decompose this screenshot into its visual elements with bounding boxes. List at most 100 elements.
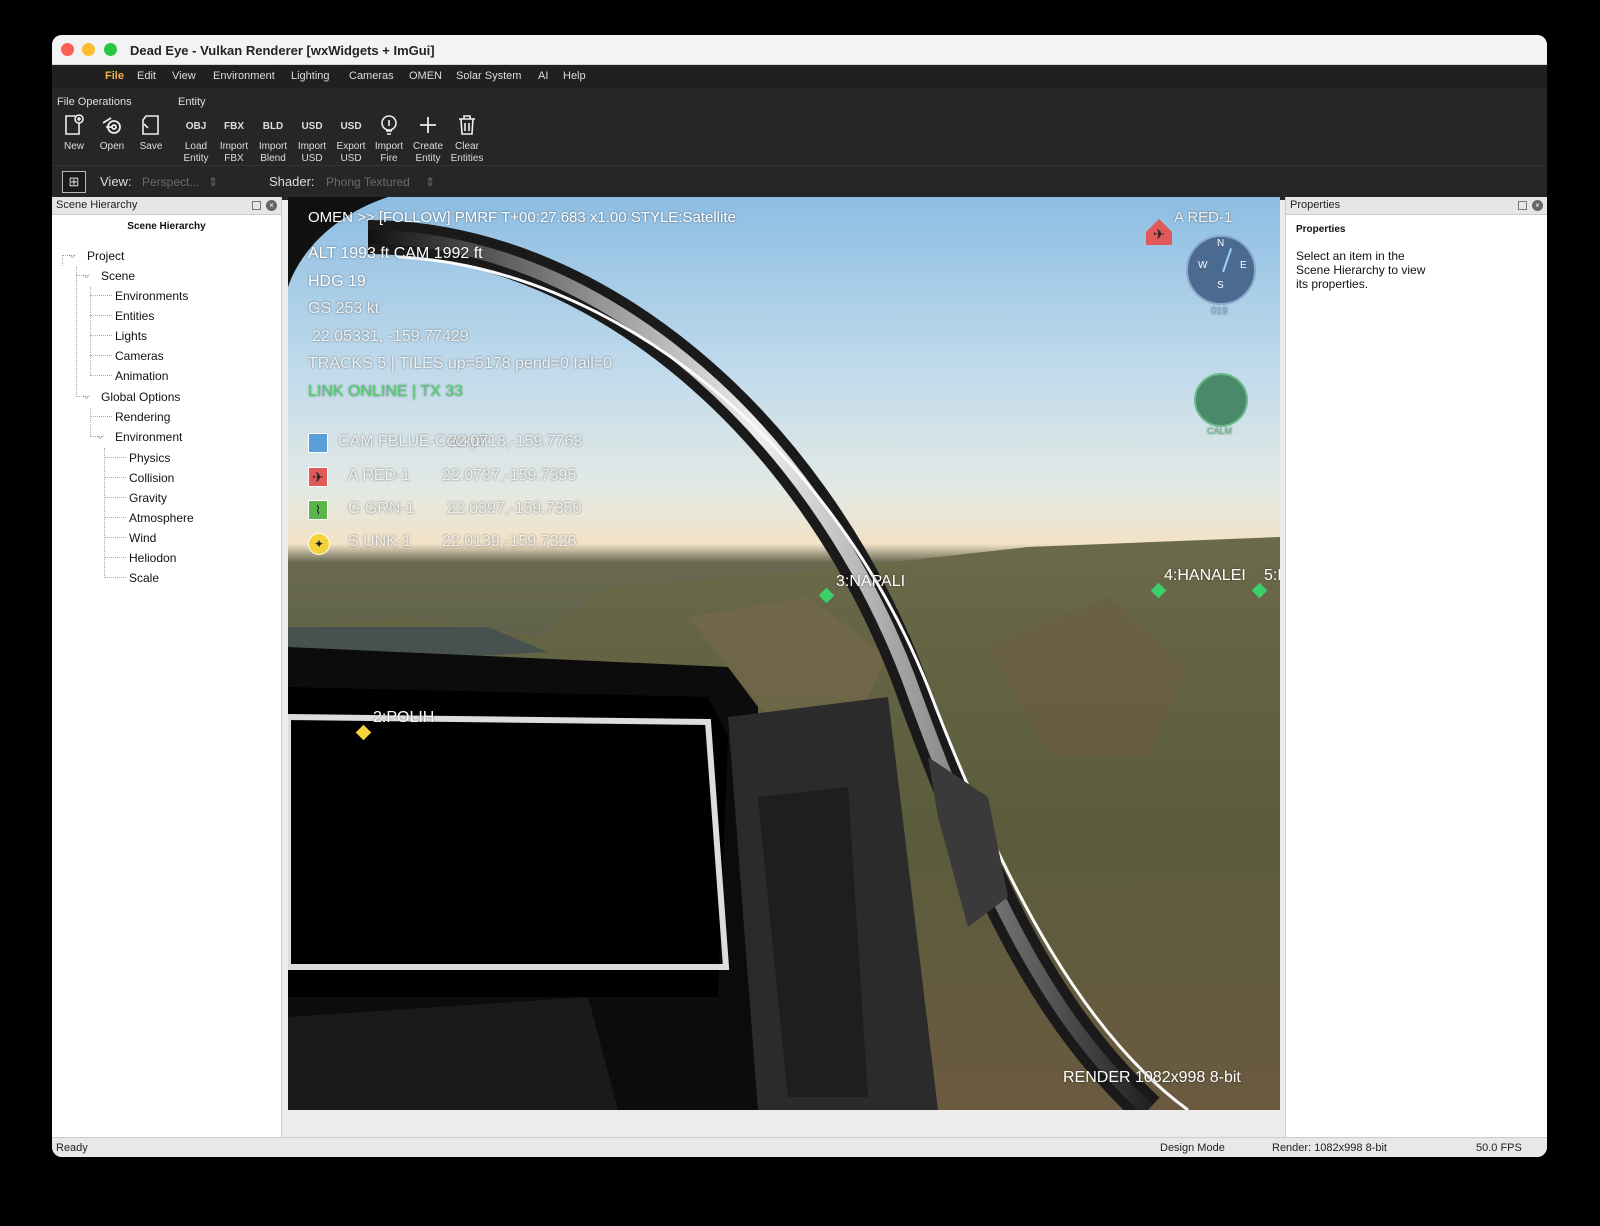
status-bar: Ready Design Mode Render: 1082x998 8-bit…	[52, 1137, 1547, 1157]
menu-view[interactable]: View	[172, 70, 196, 82]
tree-item-physics[interactable]: Physics	[129, 451, 170, 465]
menu-omen[interactable]: OMEN	[409, 70, 442, 82]
tree-item-atmosphere[interactable]: Atmosphere	[129, 511, 194, 525]
float-panel-icon[interactable]	[252, 201, 261, 210]
tree-item-rendering[interactable]: Rendering	[115, 410, 170, 424]
zoom-window-button[interactable]	[104, 43, 117, 56]
shader-select[interactable]: Phong Textured ⇕	[320, 172, 440, 192]
tree-item-collision[interactable]: Collision	[129, 471, 174, 485]
camera-settings-icon[interactable]: ⊞	[62, 171, 86, 193]
close-panel-icon[interactable]: ×	[266, 200, 277, 211]
menu-help[interactable]: Help	[563, 70, 586, 82]
tree-item-environments[interactable]: Environments	[115, 289, 188, 303]
scene-hierarchy-header: Scene Hierarchy ×	[52, 197, 281, 215]
tree-item-project[interactable]: Project	[87, 249, 124, 263]
menu-edit[interactable]: Edit	[137, 70, 156, 82]
menu-file[interactable]: File	[105, 70, 124, 82]
hud-coords: 22.05331, -159.77429	[312, 328, 469, 345]
compass-heading: 019	[1211, 306, 1228, 317]
menu-bar: File Edit View Environment Lighting Came…	[52, 65, 1547, 88]
new-file-icon	[54, 113, 94, 141]
save-button[interactable]: Save	[131, 113, 171, 153]
import-fbx-button[interactable]: FBX Import FBX	[214, 113, 254, 165]
import-usd-button[interactable]: USD Import USD	[292, 113, 332, 165]
render-info: RENDER 1082x998 8-bit	[1063, 1069, 1241, 1086]
hud-heading: HDG 19	[308, 273, 366, 290]
blender-icon	[92, 113, 132, 141]
tree-item-scale[interactable]: Scale	[129, 571, 159, 585]
trash-icon	[447, 113, 487, 141]
chevron-updown-icon: ⇕	[425, 175, 436, 189]
tree-item-lights[interactable]: Lights	[115, 329, 147, 343]
compass-needle-icon	[1222, 248, 1233, 273]
float-panel-icon[interactable]	[1518, 201, 1527, 210]
scene-hierarchy-title: Scene Hierarchy	[127, 221, 206, 232]
track-coord: 22.0737,-159.7395	[442, 467, 577, 484]
track-coord: 22.0139,-159.7326	[442, 533, 577, 550]
wind-label: CALM	[1207, 426, 1233, 436]
menu-ai[interactable]: AI	[538, 70, 548, 82]
menu-environment[interactable]: Environment	[213, 70, 275, 82]
status-fps: 50.0 FPS	[1476, 1142, 1522, 1154]
ground-track-icon: ⌇	[308, 500, 328, 520]
menu-solar-system[interactable]: Solar System	[456, 70, 521, 82]
menu-cameras[interactable]: Cameras	[349, 70, 394, 82]
compass-widget: N E S W	[1186, 235, 1256, 305]
compass-east: E	[1240, 260, 1247, 271]
compass-north: N	[1217, 238, 1225, 249]
usd-tag-icon: USD	[301, 121, 323, 132]
clear-entities-button[interactable]: Clear Entities	[447, 113, 487, 165]
minimize-window-button[interactable]	[82, 43, 95, 56]
track-name: G GRN-1	[348, 500, 415, 517]
hud-groundspeed: GS 253 kt	[308, 300, 380, 317]
unknown-track-icon: ✦	[308, 533, 330, 555]
chevron-down-icon[interactable]: ⌵	[97, 431, 104, 442]
import-fire-button[interactable]: Import Fire	[369, 113, 409, 165]
chevron-down-icon[interactable]: ⌵	[83, 270, 90, 281]
import-blend-button[interactable]: BLD Import Blend	[253, 113, 293, 165]
render-viewport[interactable]: OMEN >> [FOLLOW] PMRF T+00:27.683 x1.00 …	[288, 197, 1280, 1110]
chevron-down-icon[interactable]: ⌵	[83, 391, 90, 402]
view-bar: ⊞ View: Perspect... ⇕ Shader: Phong Text…	[52, 165, 1547, 195]
menu-lighting[interactable]: Lighting	[291, 70, 330, 82]
tree-item-wind[interactable]: Wind	[129, 531, 156, 545]
waypoint-label: 3:NAPALI	[836, 573, 906, 590]
waypoint-label: 2:POLIH	[373, 709, 435, 726]
open-button[interactable]: Open	[92, 113, 132, 153]
new-button[interactable]: New	[54, 113, 94, 153]
view-label: View:	[100, 174, 132, 189]
load-entity-button[interactable]: OBJ Load Entity	[176, 113, 216, 165]
close-window-button[interactable]	[61, 43, 74, 56]
create-entity-button[interactable]: Create Entity	[408, 113, 448, 165]
view-select[interactable]: Perspect... ⇕	[136, 172, 226, 192]
fbx-tag-icon: FBX	[224, 121, 244, 132]
usd-tag-icon: USD	[340, 121, 362, 132]
tree-item-gravity[interactable]: Gravity	[129, 491, 167, 505]
track-name: A RED-1	[348, 467, 411, 484]
title-bar: Dead Eye - Vulkan Renderer [wxWidgets + …	[52, 35, 1547, 65]
wind-indicator	[1194, 373, 1248, 427]
file-operations-label: File Operations	[57, 96, 132, 108]
tree-item-global-options[interactable]: Global Options	[101, 390, 180, 404]
hud-tracks-line: TRACKS 5 | TILES up=5178 pend=0 fail=0	[308, 355, 613, 372]
ship-track-icon	[308, 433, 328, 453]
waypoint-label: 4:HANALEI	[1164, 567, 1246, 584]
tree-item-environment[interactable]: Environment	[115, 430, 182, 444]
export-usd-button[interactable]: USD Export USD	[331, 113, 371, 165]
tree-item-cameras[interactable]: Cameras	[115, 349, 164, 363]
window-title: Dead Eye - Vulkan Renderer [wxWidgets + …	[130, 43, 435, 58]
shader-label: Shader:	[269, 174, 315, 189]
properties-header: Properties ×	[1286, 197, 1547, 215]
track-coord: 22.0718,-159.7763	[448, 433, 583, 450]
tree-item-scene[interactable]: Scene	[101, 269, 135, 283]
app-window: Dead Eye - Vulkan Renderer [wxWidgets + …	[52, 35, 1547, 1157]
close-panel-icon[interactable]: ×	[1532, 200, 1543, 211]
save-icon	[131, 113, 171, 141]
chevron-down-icon[interactable]: ⌵	[69, 250, 76, 261]
hud-link-status: LINK ONLINE | TX 33	[308, 383, 464, 400]
tree-item-entities[interactable]: Entities	[115, 309, 154, 323]
tree-item-heliodon[interactable]: Heliodon	[129, 551, 176, 565]
entity-group-label: Entity	[178, 96, 206, 108]
tree-item-animation[interactable]: Animation	[115, 369, 168, 383]
status-mode: Design Mode	[1160, 1142, 1225, 1154]
